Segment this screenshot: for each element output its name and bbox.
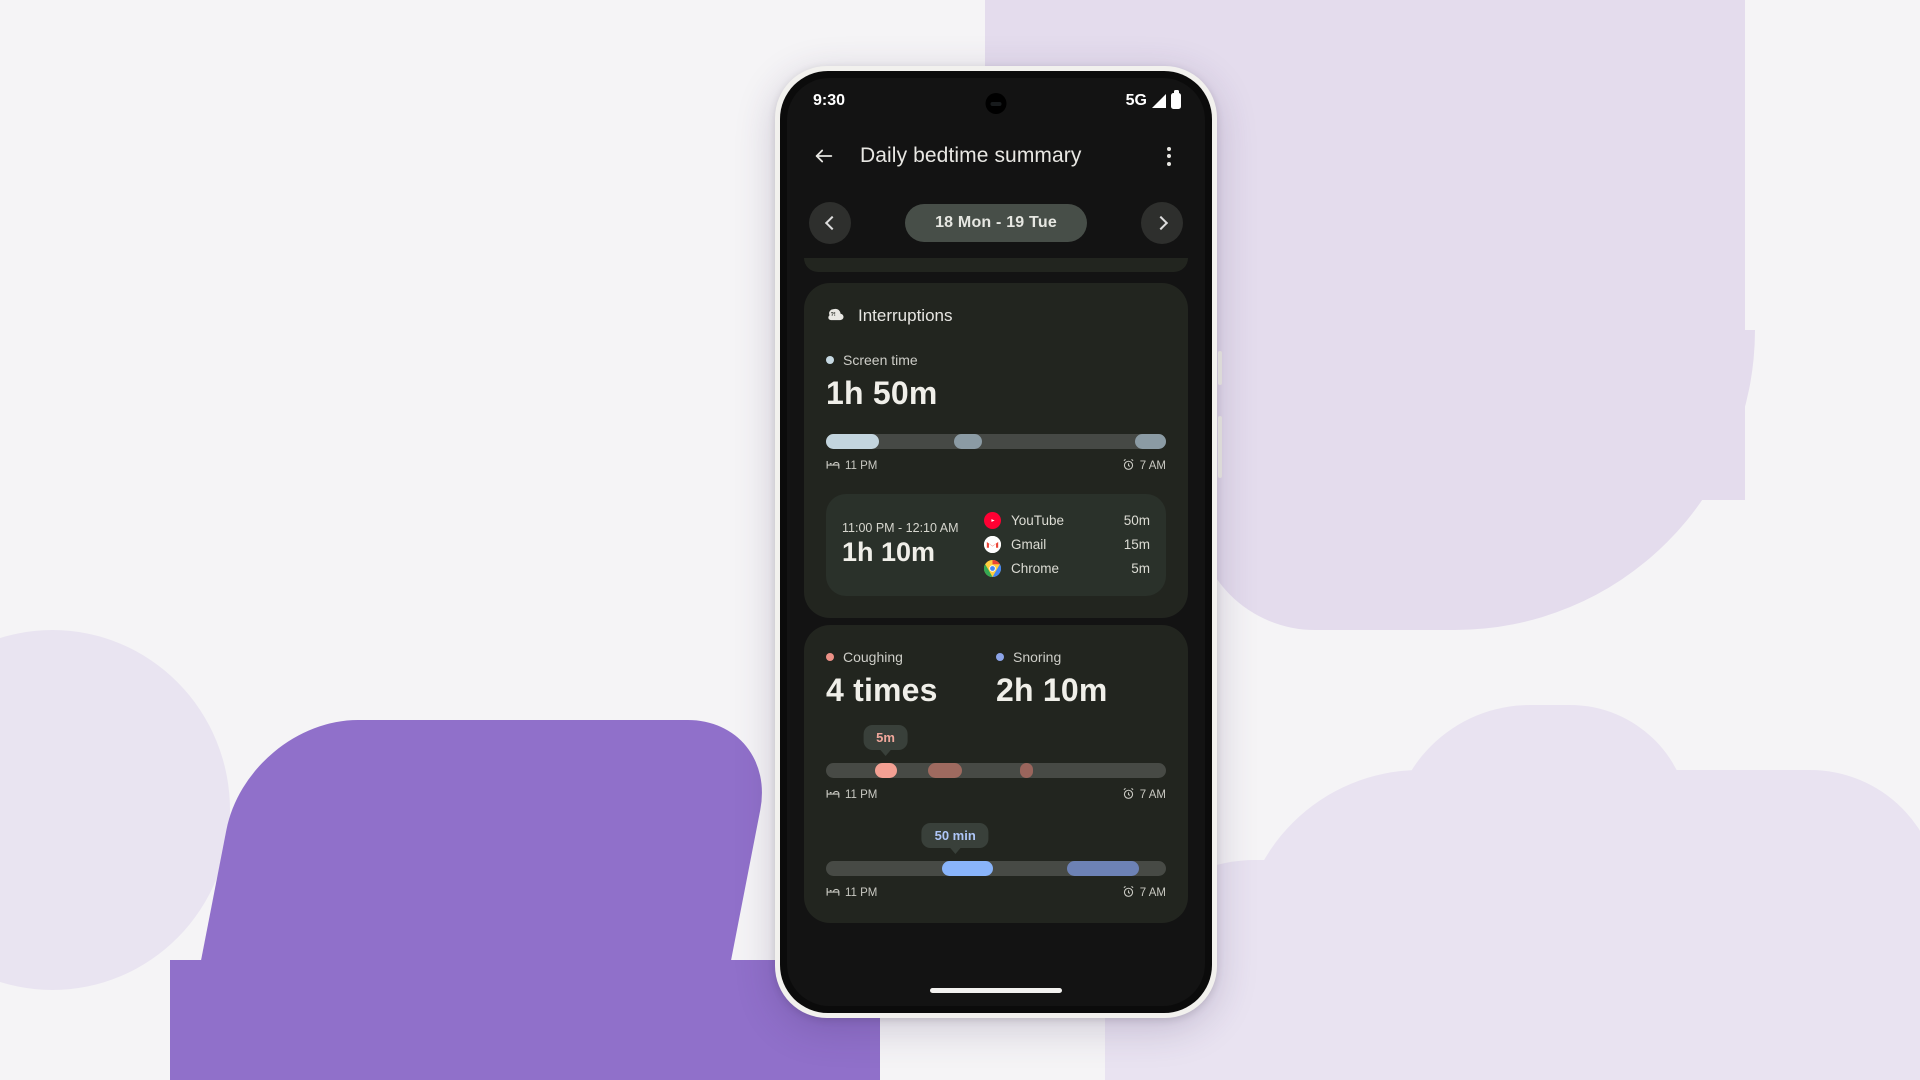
coughing-axis-start: 11 PM [845, 789, 878, 801]
app-bar: Daily bedtime summary [787, 124, 1205, 188]
list-item[interactable]: Chrome 5m [984, 556, 1150, 580]
coughing-dot-icon [826, 653, 834, 661]
app-name: Gmail [1011, 536, 1047, 552]
screen-time-segment[interactable] [953, 434, 983, 449]
svg-text:?!: ?! [831, 312, 836, 318]
coughing-tooltip: 5m [863, 725, 908, 750]
phone-device: 9:30 5G Daily bedtime summary 18 Mon - 1… [775, 66, 1222, 1018]
gmail-icon [984, 535, 1001, 553]
back-arrow-icon[interactable] [806, 138, 842, 174]
youtube-icon [984, 511, 1001, 529]
app-time: 50m [1123, 512, 1150, 528]
app-usage-duration: 1h 10m [842, 536, 936, 567]
screen-time-segment[interactable] [826, 434, 879, 449]
bg-shape-purple-2 [170, 960, 880, 1080]
screen-time-axis-start: 11 PM [845, 460, 878, 472]
screen-time-axis: 11 PM 7 AM [826, 458, 1166, 474]
screen-time-axis-end: 7 AM [1139, 460, 1166, 472]
interruptions-header: ?! Interruptions [826, 303, 1166, 328]
screen-time-value: 1h 50m [826, 375, 938, 411]
interruptions-card: ?! Interruptions Screen time 1h 50m 11 P… [804, 283, 1188, 618]
battery-full-icon [1171, 90, 1181, 109]
coughing-axis-end: 7 AM [1139, 789, 1166, 801]
coughing-value: 4 times [826, 672, 938, 708]
alarm-icon [1122, 458, 1135, 474]
coughing-timeline[interactable] [826, 763, 1166, 778]
status-icons: 5G [1125, 90, 1181, 110]
date-navigation: 18 Mon - 19 Tue [787, 188, 1205, 258]
signal-bars-icon [1152, 94, 1166, 108]
prev-day-button[interactable] [809, 202, 851, 244]
status-bar: 9:30 5G [787, 78, 1205, 124]
network-label: 5G [1125, 92, 1147, 109]
screen-time-dot-icon [826, 356, 834, 364]
next-day-button[interactable] [1141, 202, 1183, 244]
chrome-icon [984, 559, 1001, 577]
status-time: 9:30 [813, 92, 846, 109]
interruptions-cloud-icon: ?! [826, 303, 846, 328]
coughing-segment[interactable] [928, 763, 962, 778]
bg-shape-top-right-2 [1195, 330, 1755, 630]
snoring-axis: 11 PM 7 AM [826, 885, 1166, 901]
screen-time-label: Screen time [843, 352, 918, 368]
date-range-pill[interactable]: 18 Mon - 19 Tue [905, 204, 1087, 242]
bed-icon [826, 459, 840, 473]
bg-shape-circle [0, 630, 230, 990]
alarm-icon [1122, 885, 1135, 901]
app-usage-time-range: 11:00 PM - 12:10 AM [842, 520, 959, 535]
front-camera-icon [985, 93, 1007, 114]
snoring-label: Snoring [1013, 649, 1062, 665]
coughing-segment[interactable] [875, 763, 898, 778]
chevron-left-icon [824, 215, 839, 231]
summary-scroll-area[interactable]: ?! Interruptions Screen time 1h 50m 11 P… [787, 258, 1205, 1006]
app-name: YouTube [1011, 512, 1065, 528]
cough-snore-labels: Coughing 4 times Snoring 2h 10m [826, 649, 1166, 709]
snoring-axis-start: 11 PM [845, 887, 878, 899]
list-item[interactable]: Gmail 15m [984, 532, 1150, 556]
app-time: 15m [1123, 536, 1150, 552]
snoring-dot-icon [996, 653, 1004, 661]
chevron-right-icon [1153, 215, 1168, 231]
previous-card-peek [804, 258, 1188, 272]
app-usage-list: YouTube 50m Gmail 15m Chrome 5m [984, 508, 1150, 580]
app-name: Chrome [1011, 560, 1060, 576]
snoring-segment[interactable] [1067, 861, 1139, 876]
app-usage-card[interactable]: 11:00 PM - 12:10 AM 1h 10m YouTube 50m G… [826, 494, 1166, 596]
coughing-label: Coughing [843, 649, 903, 665]
home-indicator[interactable] [930, 988, 1062, 993]
volume-button[interactable] [1218, 416, 1222, 478]
app-time: 5m [1131, 560, 1150, 576]
snoring-timeline[interactable] [826, 861, 1166, 876]
snoring-tooltip: 50 min [921, 823, 989, 848]
coughing-segment[interactable] [1019, 763, 1034, 778]
snoring-value: 2h 10m [996, 672, 1108, 708]
coughing-axis: 11 PM 7 AM [826, 787, 1166, 803]
coughing-label-row: Coughing [826, 649, 996, 665]
list-item[interactable]: YouTube 50m [984, 508, 1150, 532]
snoring-axis-end: 7 AM [1139, 887, 1166, 899]
cough-snore-card: Coughing 4 times Snoring 2h 10m 5m 11 PM… [804, 625, 1188, 923]
bed-icon [826, 788, 840, 802]
page-title: Daily bedtime summary [860, 144, 1082, 167]
screen-time-label-row: Screen time [826, 352, 1166, 368]
screen-time-timeline[interactable] [826, 434, 1166, 449]
phone-screen: 9:30 5G Daily bedtime summary 18 Mon - 1… [787, 78, 1205, 1006]
interruptions-title: Interruptions [858, 305, 953, 325]
snoring-tooltip-wrap: 50 min [826, 823, 1166, 855]
phone-bezel: 9:30 5G Daily bedtime summary 18 Mon - 1… [780, 71, 1212, 1013]
screen-time-segment[interactable] [1135, 434, 1166, 449]
snoring-label-row: Snoring [996, 649, 1166, 665]
more-vert-icon[interactable] [1151, 138, 1187, 174]
coughing-tooltip-wrap: 5m [826, 725, 1166, 757]
power-button[interactable] [1218, 351, 1222, 385]
alarm-icon [1122, 787, 1135, 803]
bed-icon [826, 886, 840, 900]
snoring-segment[interactable] [941, 861, 993, 876]
app-usage-summary: 11:00 PM - 12:10 AM 1h 10m [842, 521, 984, 568]
